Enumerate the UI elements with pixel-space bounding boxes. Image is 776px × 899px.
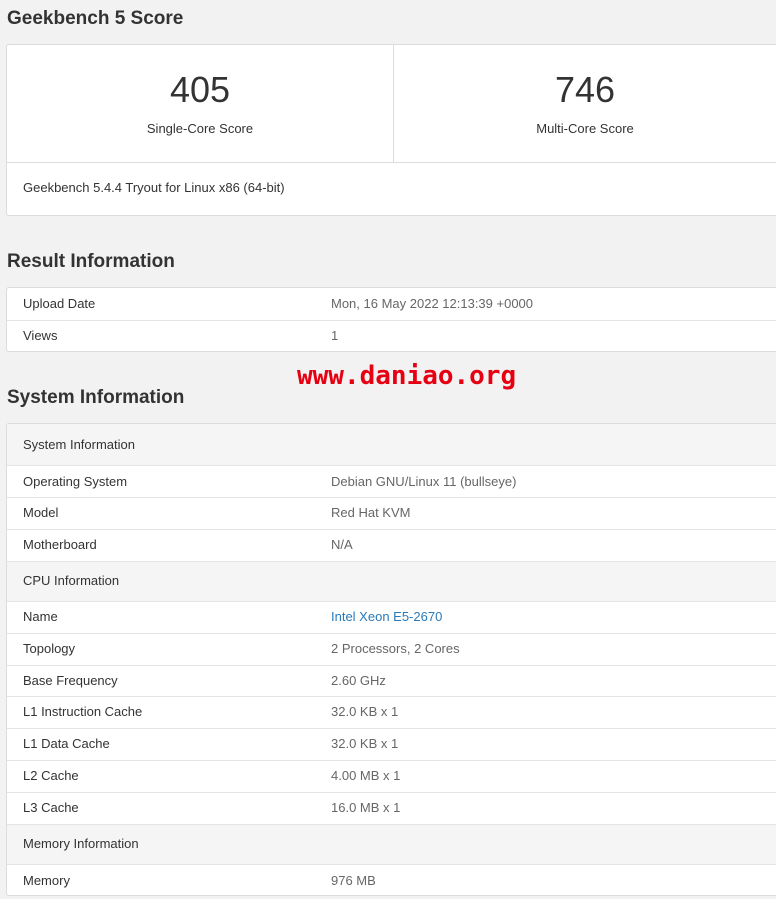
group-header: Memory Information: [7, 824, 776, 864]
row-value: N/A: [331, 537, 353, 552]
score-section-title: Geekbench 5 Score: [7, 8, 184, 29]
row-value: 32.0 KB x 1: [331, 704, 399, 719]
table-row: Topology 2 Processors, 2 Cores: [7, 633, 776, 665]
row-key: Views: [23, 328, 58, 343]
watermark-text: www.daniao.org: [297, 361, 517, 391]
table-row: Base Frequency 2.60 GHz: [7, 665, 776, 696]
row-key: L1 Instruction Cache: [23, 704, 143, 719]
table-row: L3 Cache 16.0 MB x 1: [7, 792, 776, 824]
single-core-score-label: Single-Core Score: [146, 121, 254, 136]
group-header-label: Memory Information: [23, 836, 139, 851]
group-header: System Information: [7, 424, 776, 465]
row-value: 32.0 KB x 1: [331, 736, 399, 751]
result-section-title: Result Information: [7, 251, 175, 272]
row-key: L3 Cache: [23, 800, 79, 815]
row-value: 4.00 MB x 1: [331, 768, 401, 783]
row-key: Topology: [23, 641, 76, 656]
row-value: 976 MB: [331, 873, 376, 888]
row-key: Memory: [23, 873, 70, 888]
row-key: Name: [23, 609, 58, 624]
system-section-title: System Information: [7, 387, 185, 408]
table-row: Model Red Hat KVM: [7, 497, 776, 529]
row-value: 16.0 MB x 1: [331, 800, 401, 815]
row-key: L1 Data Cache: [23, 736, 110, 751]
row-key: L2 Cache: [23, 768, 79, 783]
row-value: Debian GNU/Linux 11 (bullseye): [331, 474, 517, 489]
row-key: Operating System: [23, 474, 128, 489]
row-key: Model: [23, 505, 59, 520]
multi-core-score-cell: 746 Multi-Core Score: [394, 45, 776, 162]
group-header: CPU Information: [7, 561, 776, 601]
cpu-name-link[interactable]: Intel Xeon E5-2670: [331, 609, 442, 624]
table-row: L1 Instruction Cache 32.0 KB x 1: [7, 696, 776, 728]
row-key: Upload Date: [23, 296, 96, 311]
system-info-table: System Information Operating System Debi…: [6, 423, 776, 896]
score-card: 405 Single-Core Score 746 Multi-Core Sco…: [6, 44, 776, 216]
row-key: Motherboard: [23, 537, 97, 552]
result-info-table: Upload Date Mon, 16 May 2022 12:13:39 +0…: [6, 287, 776, 352]
group-header-label: CPU Information: [23, 573, 120, 588]
table-row: Upload Date Mon, 16 May 2022 12:13:39 +0…: [7, 288, 776, 320]
score-row: 405 Single-Core Score 746 Multi-Core Sco…: [7, 45, 776, 163]
single-core-score-cell: 405 Single-Core Score: [7, 45, 394, 162]
table-row: Memory 976 MB: [7, 864, 776, 896]
multi-core-score-label: Multi-Core Score: [536, 121, 634, 136]
table-row: Name Intel Xeon E5-2670: [7, 601, 776, 633]
page: Geekbench 5 Score 405 Single-Core Score …: [0, 0, 776, 899]
table-row: L1 Data Cache 32.0 KB x 1: [7, 728, 776, 760]
table-row: L2 Cache 4.00 MB x 1: [7, 760, 776, 792]
table-row: Operating System Debian GNU/Linux 11 (bu…: [7, 465, 776, 497]
row-value: 2.60 GHz: [331, 673, 386, 688]
table-row: Motherboard N/A: [7, 529, 776, 561]
group-header-label: System Information: [23, 437, 135, 452]
row-key: Base Frequency: [23, 673, 118, 688]
row-value: Mon, 16 May 2022 12:13:39 +0000: [331, 296, 534, 311]
table-row: Views 1: [7, 320, 776, 352]
multi-core-score-value: 746: [554, 69, 616, 110]
row-value: Red Hat KVM: [331, 505, 411, 520]
row-value: 2 Processors, 2 Cores: [331, 641, 460, 656]
benchmark-version: Geekbench 5.4.4 Tryout for Linux x86 (64…: [23, 180, 285, 195]
row-value: 1: [331, 328, 339, 343]
single-core-score-value: 405: [169, 69, 231, 110]
